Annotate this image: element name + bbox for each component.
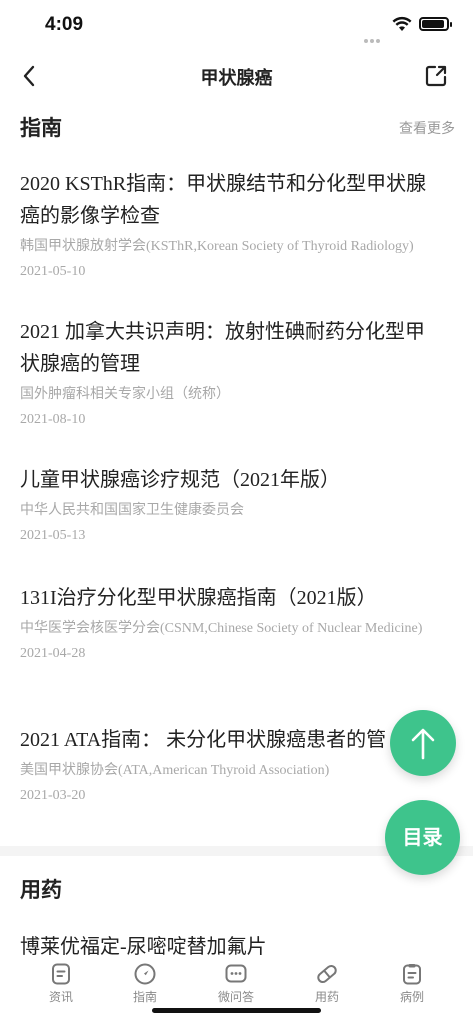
guide-item[interactable]: 2021 加拿大共识声明：放射性碘耐药分化型甲状腺癌的管理 国外肿瘤科相关专家小…	[20, 316, 440, 428]
arrow-up-icon	[411, 728, 435, 760]
tab-label: 资讯	[48, 990, 73, 1004]
clipboard-icon	[403, 964, 421, 985]
status-time: 4:09	[45, 14, 84, 35]
wifi-icon	[392, 16, 412, 31]
tab-drugs[interactable]: 用药	[297, 962, 357, 1005]
guide-title: 2021 ATA指南： 未分化甲状腺癌患者的管	[20, 729, 387, 751]
tab-bar: 资讯 指南 微问答 用药 病例	[0, 956, 473, 1024]
guide-item[interactable]: 2020 KSThR指南：甲状腺结节和分化型甲状腺癌的影像学检查 韩国甲状腺放射…	[20, 168, 440, 280]
drugs-section-header: 用药	[0, 870, 473, 910]
status-bar: 4:09	[0, 0, 473, 52]
tab-qa[interactable]: 微问答	[206, 962, 266, 1005]
scroll-top-button[interactable]	[390, 710, 456, 776]
guide-org: 韩国甲状腺放射学会(KSThR,Korean Society of Thyroi…	[20, 239, 414, 254]
pill-icon	[317, 964, 337, 984]
toc-button[interactable]: 目录	[385, 800, 460, 875]
guide-title: 2020 KSThR指南：甲状腺结节和分化型甲状腺癌的影像学检查	[20, 173, 427, 227]
guide-title: 2021 加拿大共识声明：放射性碘耐药分化型甲状腺癌的管理	[20, 321, 425, 375]
guide-org: 国外肿瘤科相关专家小组（统称）	[20, 387, 230, 402]
battery-icon	[419, 17, 452, 31]
nav-bar: 甲状腺癌	[0, 52, 473, 100]
drug-item[interactable]: 博莱优福定-尿嘧啶替加氟片	[20, 930, 267, 959]
share-icon[interactable]	[424, 64, 448, 88]
guide-date: 2021-08-10	[20, 412, 86, 427]
guide-date: 2021-04-28	[20, 646, 86, 661]
tab-guides[interactable]: 指南	[115, 962, 175, 1005]
guide-date: 2021-03-20	[20, 788, 86, 803]
tab-label: 微问答	[217, 990, 254, 1004]
guide-org: 中华人民共和国国家卫生健康委员会	[20, 503, 244, 518]
guide-date: 2021-05-13	[20, 528, 86, 543]
see-more-link[interactable]: 查看更多	[399, 118, 455, 138]
home-indicator	[152, 1008, 321, 1013]
compass-icon	[134, 963, 156, 985]
guide-title: 儿童甲状腺癌诊疗规范（2021年版）	[20, 469, 340, 491]
tab-cases[interactable]: 病例	[382, 962, 442, 1005]
guide-date: 2021-05-10	[20, 264, 86, 279]
tab-label: 用药	[314, 990, 339, 1004]
news-icon	[52, 963, 70, 985]
tab-news[interactable]: 资讯	[31, 962, 91, 1005]
guide-item[interactable]: 儿童甲状腺癌诊疗规范（2021年版） 中华人民共和国国家卫生健康委员会 2021…	[20, 464, 440, 544]
section-title-drugs: 用药	[20, 878, 62, 902]
guide-org: 中华医学会核医学分会(CSNM,Chinese Society of Nucle…	[20, 621, 423, 636]
guides-section-header: 指南 查看更多	[0, 108, 473, 148]
tab-label: 病例	[399, 990, 424, 1004]
guide-title: 131I治疗分化型甲状腺癌指南（2021版）	[20, 587, 377, 609]
guide-item[interactable]: 131I治疗分化型甲状腺癌指南（2021版） 中华医学会核医学分会(CSNM,C…	[20, 582, 440, 662]
tab-label: 指南	[132, 990, 157, 1004]
section-title-guides: 指南	[20, 116, 62, 140]
guide-org: 美国甲状腺协会(ATA,American Thyroid Association…	[20, 763, 330, 778]
signal-icon	[364, 28, 386, 43]
guide-item[interactable]: 2021 ATA指南： 未分化甲状腺癌患者的管 美国甲状腺协会(ATA,Amer…	[20, 724, 440, 804]
chat-icon	[225, 964, 247, 983]
page-title: 甲状腺癌	[200, 68, 273, 89]
